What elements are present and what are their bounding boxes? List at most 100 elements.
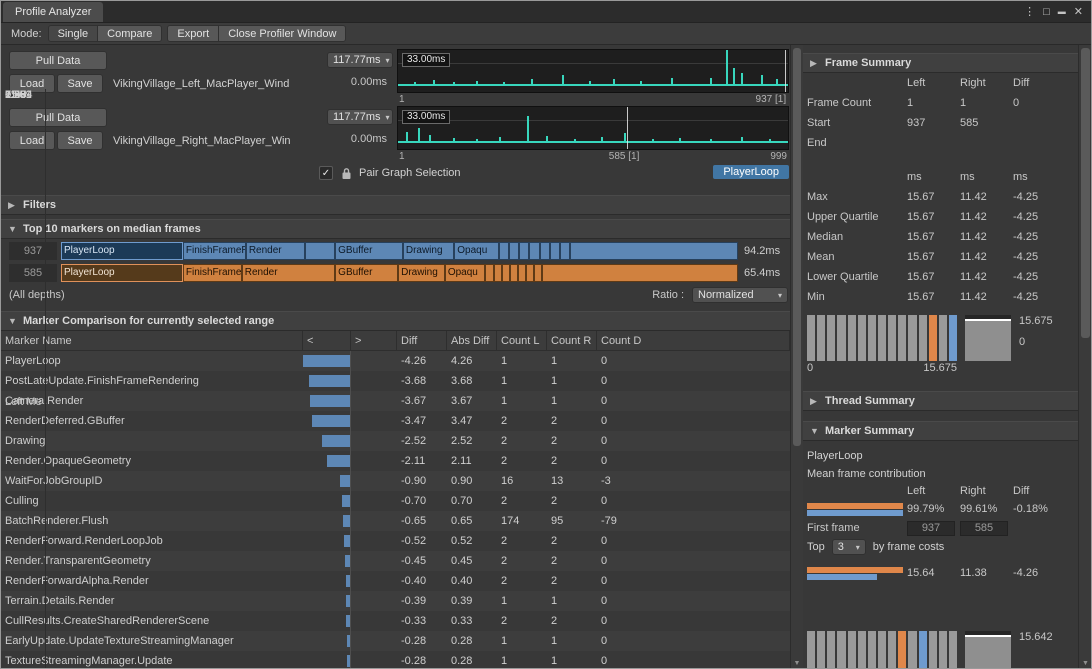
marker-segment[interactable]: GBuffer xyxy=(335,242,403,260)
scale-max-dropdown[interactable]: 117.77ms ▾ xyxy=(327,109,393,125)
mode-compare-button[interactable]: Compare xyxy=(97,25,162,42)
marker-segment[interactable]: PlayerLoop xyxy=(61,264,183,282)
marker-segment-small[interactable] xyxy=(305,242,335,260)
marker-segment[interactable]: Render xyxy=(246,242,305,260)
axis-start-label: 1 xyxy=(399,94,405,105)
ratio-dropdown[interactable]: Normalized ▾ xyxy=(692,287,788,303)
marker-segment[interactable]: Opaqu xyxy=(445,264,486,282)
table-row[interactable]: TextureStreamingManager.Update1.351.07-0… xyxy=(1,651,790,669)
scrollbar-thumb[interactable] xyxy=(1081,48,1090,338)
table-row[interactable]: PlayerLoop15.6411.38-4.264.26110 xyxy=(1,351,790,371)
marker-segment-small[interactable] xyxy=(518,264,526,282)
table-row[interactable]: Drawing7.484.96-2.522.52220 xyxy=(1,431,790,451)
marker-segment-small[interactable] xyxy=(560,242,570,260)
column-header-count-right[interactable]: Count R xyxy=(547,331,597,350)
graph-selection-line[interactable] xyxy=(627,107,628,149)
column-header-abs-diff[interactable]: Abs Diff xyxy=(447,331,497,350)
table-row[interactable]: PostLateUpdate.FinishFrameRendering11.51… xyxy=(1,371,790,391)
minimize-icon[interactable]: ▬ xyxy=(1058,7,1066,16)
column-header-diff[interactable]: Diff xyxy=(397,331,447,350)
first-frame-left-button[interactable]: 937 xyxy=(907,521,955,536)
marker-segment-small[interactable] xyxy=(509,242,519,260)
marker-segment-small[interactable] xyxy=(526,264,534,282)
table-row[interactable]: RenderForwardAlpha.Render0.660.26-0.400.… xyxy=(1,571,790,591)
marker-segment-small[interactable] xyxy=(550,242,560,260)
lock-icon[interactable] xyxy=(341,167,352,183)
mode-single-button[interactable]: Single xyxy=(48,25,99,42)
save-button[interactable]: Save xyxy=(57,131,103,150)
marker-segment-small[interactable] xyxy=(502,264,510,282)
table-row[interactable]: EarlyUpdate.UpdateTextureStreamingManage… xyxy=(1,631,790,651)
table-row[interactable]: Culling2.571.87-0.700.70220 xyxy=(1,491,790,511)
marker-segment-small[interactable] xyxy=(499,242,509,260)
top-count-dropdown[interactable]: 3 ▾ xyxy=(832,539,866,555)
summary-scrollbar[interactable]: ▼ xyxy=(1078,45,1092,668)
table-row[interactable]: Render.OpaqueGeometry5.953.84-2.112.1122… xyxy=(1,451,790,471)
marker-segment-small[interactable] xyxy=(485,264,493,282)
column-header-left-bar[interactable]: < xyxy=(303,331,351,350)
column-header-count-diff[interactable]: Count D xyxy=(597,331,790,350)
marker-segment[interactable]: Opaqu xyxy=(454,242,499,260)
tab-profile-analyzer[interactable]: Profile Analyzer xyxy=(3,2,103,22)
column-header-count-left[interactable]: Count L xyxy=(497,331,547,350)
comparison-section-header[interactable]: ▼ Marker Comparison for currently select… xyxy=(1,311,790,331)
kebab-menu-icon[interactable]: ⋮ xyxy=(1024,5,1035,18)
marker-summary-section-header[interactable]: ▼ Marker Summary xyxy=(803,421,1078,441)
summary-left-value: 937 xyxy=(907,117,960,129)
table-row[interactable]: Terrain.Details.Render0.980.59-0.390.391… xyxy=(1,591,790,611)
marker-segment-small[interactable] xyxy=(534,264,542,282)
graph-selection-line[interactable] xyxy=(785,50,786,92)
table-row[interactable]: BatchRenderer.Flush1.280.63-0.650.651749… xyxy=(1,511,790,531)
marker-segment[interactable]: Drawing xyxy=(398,264,445,282)
count-left-cell: 2 xyxy=(497,575,547,587)
graph-spike xyxy=(710,139,712,143)
save-button[interactable]: Save xyxy=(57,74,103,93)
table-row[interactable]: CullResults.CreateSharedRendererScene0.9… xyxy=(1,611,790,631)
scroll-down-icon[interactable]: ▼ xyxy=(1079,660,1092,667)
marker-segment-small[interactable] xyxy=(519,242,529,260)
close-icon[interactable]: ✕ xyxy=(1074,5,1083,18)
selected-marker-chip[interactable]: PlayerLoop xyxy=(713,165,789,179)
dropdown-arrow-icon: ▾ xyxy=(386,56,390,65)
column-header-marker-name[interactable]: Marker Name xyxy=(1,331,303,350)
dataset-name: VikingVillage_Left_MacPlayer_Wind xyxy=(113,78,325,90)
table-row[interactable]: RenderDeferred.GBuffer9.596.12-3.473.472… xyxy=(1,411,790,431)
pair-selection-checkbox[interactable]: ✓ xyxy=(319,166,333,180)
frame-summary-section-header[interactable]: ▶ Frame Summary xyxy=(803,53,1078,73)
thread-summary-section-header[interactable]: ▶ Thread Summary xyxy=(803,391,1078,411)
comparison-scrollbar[interactable]: ▼ xyxy=(790,45,803,668)
marker-segment-small[interactable] xyxy=(540,242,550,260)
marker-segment[interactable]: PlayerLoop xyxy=(61,242,183,260)
count-diff-cell: 0 xyxy=(597,495,790,507)
histogram-max-label: 15.642 xyxy=(1019,631,1053,643)
first-frame-right-button[interactable]: 585 xyxy=(960,521,1008,536)
marker-segment-small[interactable] xyxy=(510,264,518,282)
marker-segment[interactable]: GBuffer xyxy=(335,264,398,282)
close-profiler-window-button[interactable]: Close Profiler Window xyxy=(218,25,346,42)
table-row[interactable]: Render.TransparentGeometry0.890.44-0.450… xyxy=(1,551,790,571)
frame-time-graph-left[interactable]: 33.00ms xyxy=(397,49,789,93)
scroll-down-icon[interactable]: ▼ xyxy=(791,660,803,667)
marker-segment[interactable]: Render xyxy=(242,264,335,282)
table-row[interactable]: RenderForward.RenderLoopJob0.880.36-0.52… xyxy=(1,531,790,551)
export-button[interactable]: Export xyxy=(167,25,219,42)
top10-section-header[interactable]: ▼ Top 10 markers on median frames xyxy=(1,219,790,239)
maximize-icon[interactable]: □ xyxy=(1043,6,1050,18)
column-header-right-bar[interactable]: > xyxy=(351,331,397,350)
table-row[interactable]: Camera.Render11.097.42-3.673.67110 xyxy=(1,391,790,411)
histogram-bar xyxy=(827,631,835,669)
filters-section-header[interactable]: ▶ Filters xyxy=(1,195,790,215)
pull-data-button[interactable]: Pull Data xyxy=(9,51,107,70)
scale-max-dropdown[interactable]: 117.77ms ▾ xyxy=(327,52,393,68)
scrollbar-thumb[interactable] xyxy=(793,48,801,446)
frame-time-graph-right[interactable]: 33.00ms xyxy=(397,106,789,150)
marker-segment-small[interactable] xyxy=(570,242,738,260)
marker-segment[interactable]: FinishFrameR xyxy=(183,242,246,260)
marker-segment[interactable]: FinishFrameR xyxy=(183,264,242,282)
table-row[interactable]: WaitForJobGroupID1.981.08-0.900.901613-3 xyxy=(1,471,790,491)
marker-segment-small[interactable] xyxy=(494,264,502,282)
summary-row: Start937585 xyxy=(803,113,1078,133)
marker-segment-small[interactable] xyxy=(542,264,738,282)
marker-segment[interactable]: Drawing xyxy=(403,242,454,260)
marker-segment-small[interactable] xyxy=(529,242,539,260)
